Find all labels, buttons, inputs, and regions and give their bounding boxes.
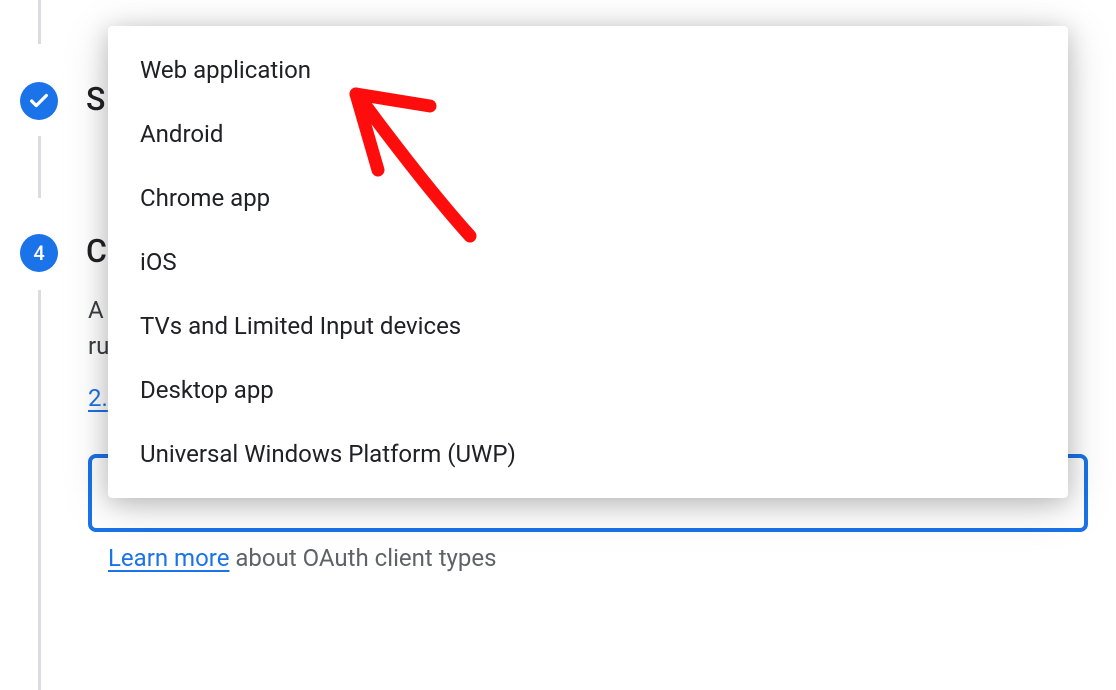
step-heading-s: S bbox=[86, 80, 105, 118]
dropdown-item-web-application[interactable]: Web application bbox=[108, 38, 1068, 102]
dropdown-item-tvs-limited-input[interactable]: TVs and Limited Input devices bbox=[108, 294, 1068, 358]
step-badge-4: 4 bbox=[20, 234, 58, 272]
dropdown-item-android[interactable]: Android bbox=[108, 102, 1068, 166]
learn-more-row: Learn more about OAuth client types bbox=[108, 544, 497, 572]
dropdown-item-desktop-app[interactable]: Desktop app bbox=[108, 358, 1068, 422]
dropdown-item-ios[interactable]: iOS bbox=[108, 230, 1068, 294]
application-type-dropdown[interactable]: Web application Android Chrome app iOS T… bbox=[108, 26, 1068, 498]
stepper-line-mid bbox=[38, 136, 41, 198]
dropdown-item-chrome-app[interactable]: Chrome app bbox=[108, 166, 1068, 230]
step-body: A ru bbox=[88, 292, 109, 364]
stepper-line-bottom bbox=[38, 290, 41, 690]
step-heading-c: C bbox=[86, 232, 107, 270]
learn-more-suffix: about OAuth client types bbox=[229, 544, 496, 572]
stepper-line-top bbox=[38, 0, 41, 44]
step-badge-completed bbox=[20, 82, 58, 120]
body-line-1: A bbox=[88, 292, 109, 328]
dropdown-item-uwp[interactable]: Universal Windows Platform (UWP) bbox=[108, 422, 1068, 486]
body-line-2: ru bbox=[88, 328, 109, 364]
step-number-4: 4 bbox=[33, 241, 44, 265]
body-link-fragment[interactable]: 2. bbox=[88, 384, 108, 412]
check-icon bbox=[28, 90, 50, 112]
learn-more-link[interactable]: Learn more bbox=[108, 544, 229, 572]
